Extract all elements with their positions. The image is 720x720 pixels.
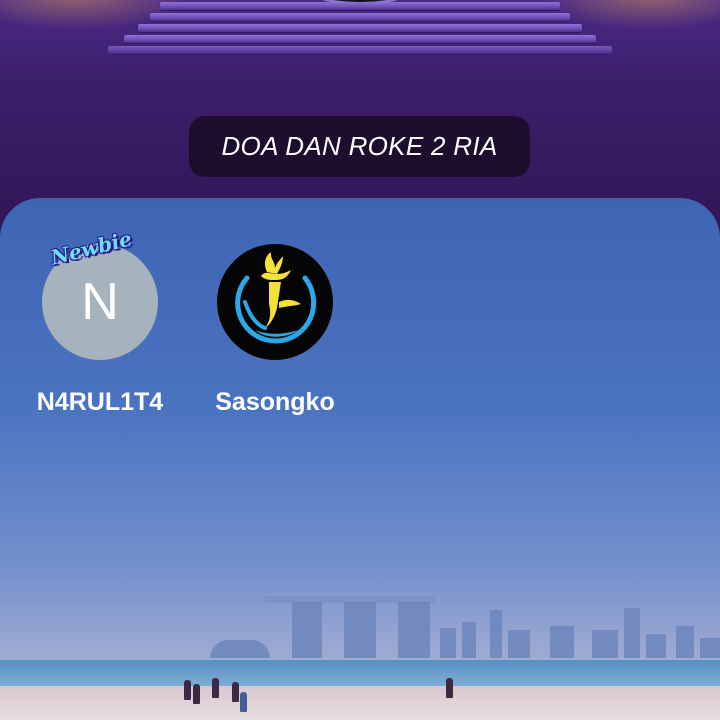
beach-person	[232, 682, 239, 702]
room-title: DOA DAN ROKE 2 RIA	[221, 131, 498, 161]
beach-person	[184, 680, 191, 700]
beach-person	[240, 692, 247, 712]
stage-step	[108, 46, 612, 54]
avatar[interactable]	[217, 244, 333, 360]
seat-name[interactable]: N4RUL1T4	[15, 388, 185, 417]
sea	[0, 660, 720, 688]
stage-step	[138, 24, 582, 32]
seat-name[interactable]: Sasongko	[190, 388, 360, 417]
beach	[0, 686, 720, 720]
avatar-initial: N	[81, 273, 119, 331]
stage-background	[0, 0, 720, 230]
beach-person	[193, 684, 200, 704]
stage-step	[124, 35, 596, 43]
stage-step	[150, 13, 570, 21]
room-title-pill[interactable]: DOA DAN ROKE 2 RIA	[189, 116, 530, 177]
stage-step	[160, 2, 560, 10]
torch-logo-icon	[235, 252, 317, 344]
beach-person	[212, 678, 219, 698]
beach-person	[446, 678, 453, 698]
